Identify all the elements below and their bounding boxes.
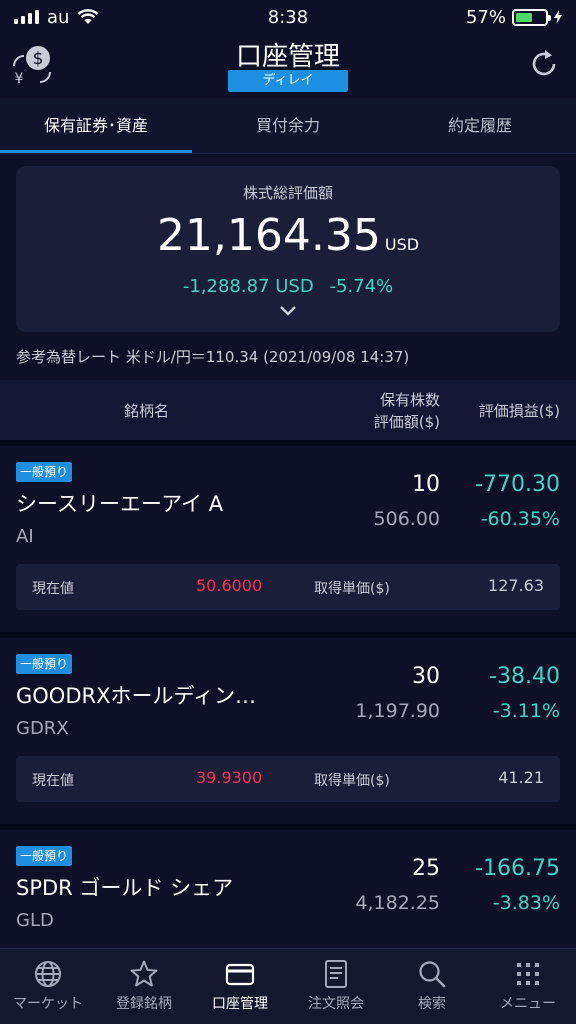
holding-value: 506.00 xyxy=(373,508,440,530)
profit-loss-percent: -3.83% xyxy=(492,892,560,914)
holding-row[interactable]: 一般預り シースリーエーアイ A AI 10 506.00 -770.30 -6… xyxy=(0,440,576,626)
cost-basis-label: 取得単価($) xyxy=(314,773,390,789)
total-valuation-value: 21,164.35 xyxy=(156,210,381,261)
tab-holdings[interactable]: 保有証券･資産 xyxy=(0,98,192,153)
cost-basis: 41.21 xyxy=(498,768,544,787)
nav-market[interactable]: マーケット xyxy=(0,949,96,1024)
header-name: 銘柄名 xyxy=(124,402,170,420)
profit-loss-percent: -60.35% xyxy=(480,508,560,530)
app-header: $ ¥ 口座管理 ディレイ xyxy=(0,34,576,98)
search-icon xyxy=(419,961,446,988)
nav-label: 口座管理 xyxy=(212,996,268,1012)
header-quantity-value: 保有株数 評価額($) xyxy=(374,389,440,433)
price-detail-row: 現在値 50.6000 取得単価($) 127.63 xyxy=(16,564,560,610)
holding-quantity: 10 xyxy=(412,472,440,497)
holding-value: 4,182.25 xyxy=(355,892,440,914)
change-amount: -1,288.87 xyxy=(182,276,270,297)
clock: 8:38 xyxy=(267,6,309,28)
stock-ticker: GLD xyxy=(16,910,54,931)
header-quantity: 保有株数 xyxy=(379,391,440,409)
holding-row[interactable]: 一般預り SPDR ゴールド シェア GLD 25 4,182.25 -166.… xyxy=(0,824,576,948)
tab-bar: 保有証券･資産 買付余力 約定履歴 xyxy=(0,98,576,154)
stock-name: SPDR ゴールド シェア xyxy=(16,876,234,900)
nav-orders[interactable]: 注文照会 xyxy=(288,949,384,1024)
holding-row[interactable]: 一般預り GOODRXホールディン… GDRX 30 1,197.90 -38.… xyxy=(0,632,576,818)
star-icon xyxy=(130,960,158,987)
card-icon xyxy=(225,963,255,986)
nav-menu[interactable]: メニュー xyxy=(480,949,576,1024)
current-price: 39.9300 xyxy=(196,768,263,787)
nav-label: マーケット xyxy=(13,996,83,1012)
holding-value: 1,197.90 xyxy=(355,700,440,722)
header-value: 評価額($) xyxy=(373,413,440,431)
page-title: 口座管理 xyxy=(235,42,340,72)
stock-ticker: AI xyxy=(16,526,34,547)
document-icon xyxy=(325,960,347,988)
holding-quantity: 30 xyxy=(412,664,440,689)
nav-watchlist[interactable]: 登録銘柄 xyxy=(96,949,192,1024)
change-percent: -5.74% xyxy=(329,276,394,297)
nav-label: 注文照会 xyxy=(308,996,364,1012)
cost-basis-label: 取得単価($) xyxy=(314,581,390,597)
account-type-tag: 一般預り xyxy=(16,846,73,866)
nav-account[interactable]: 口座管理 xyxy=(192,949,288,1024)
profit-loss: -38.40 xyxy=(489,664,560,689)
nav-search[interactable]: 検索 xyxy=(384,949,480,1024)
profit-loss: -166.75 xyxy=(475,856,560,881)
change-unit: USD xyxy=(275,276,314,297)
chevron-down-icon[interactable] xyxy=(278,304,298,318)
nav-label: 登録銘柄 xyxy=(116,996,172,1012)
valuation-summary-card[interactable]: 株式総評価額 21,164.35 USD -1,288.87 USD -5.74% xyxy=(16,166,560,332)
holding-quantity: 25 xyxy=(412,856,440,881)
status-bar: au 8:38 57% xyxy=(0,0,576,34)
account-type-tag: 一般預り xyxy=(16,654,73,674)
current-price: 50.6000 xyxy=(196,576,263,595)
account-type-tag: 一般預り xyxy=(16,462,73,482)
fx-rate-note: 参考為替レート 米ドル/円＝110.34 (2021/09/08 14:37) xyxy=(16,348,410,366)
stock-name: シースリーエーアイ A xyxy=(16,492,224,516)
profit-loss: -770.30 xyxy=(475,472,560,497)
price-detail-row: 現在値 39.9300 取得単価($) 41.21 xyxy=(16,756,560,802)
current-price-label: 現在値 xyxy=(32,773,74,789)
total-valuation-label: 株式総評価額 xyxy=(242,184,333,202)
valuation-change: -1,288.87 USD -5.74% xyxy=(16,276,560,297)
grid-menu-icon xyxy=(517,963,539,985)
row-divider xyxy=(0,632,576,638)
battery-icon xyxy=(512,8,551,26)
cost-basis: 127.63 xyxy=(488,576,544,595)
profit-loss-percent: -3.11% xyxy=(492,700,560,722)
row-divider xyxy=(0,440,576,446)
tab-buying-power[interactable]: 買付余力 xyxy=(192,98,384,153)
total-valuation: 21,164.35 USD xyxy=(16,210,560,261)
bottom-nav: マーケット 登録銘柄 口座管理 注文照会 検索 メニュー xyxy=(0,948,576,1024)
nav-label: メニュー xyxy=(500,996,556,1012)
nav-label: 検索 xyxy=(418,996,446,1012)
refresh-icon[interactable] xyxy=(528,48,560,80)
current-price-label: 現在値 xyxy=(32,581,74,597)
row-divider xyxy=(0,824,576,830)
holdings-table-header: 銘柄名 保有株数 評価額($) 評価損益($) xyxy=(0,380,576,440)
stock-name: GOODRXホールディン… xyxy=(16,684,257,708)
svg-text:¥: ¥ xyxy=(15,71,24,86)
delay-badge: ディレイ xyxy=(228,70,348,92)
stock-ticker: GDRX xyxy=(16,718,69,739)
header-profit-loss: 評価損益($) xyxy=(478,402,560,420)
globe-icon xyxy=(35,961,61,987)
tab-execution-history[interactable]: 約定履歴 xyxy=(384,98,576,153)
total-valuation-unit: USD xyxy=(384,235,420,254)
